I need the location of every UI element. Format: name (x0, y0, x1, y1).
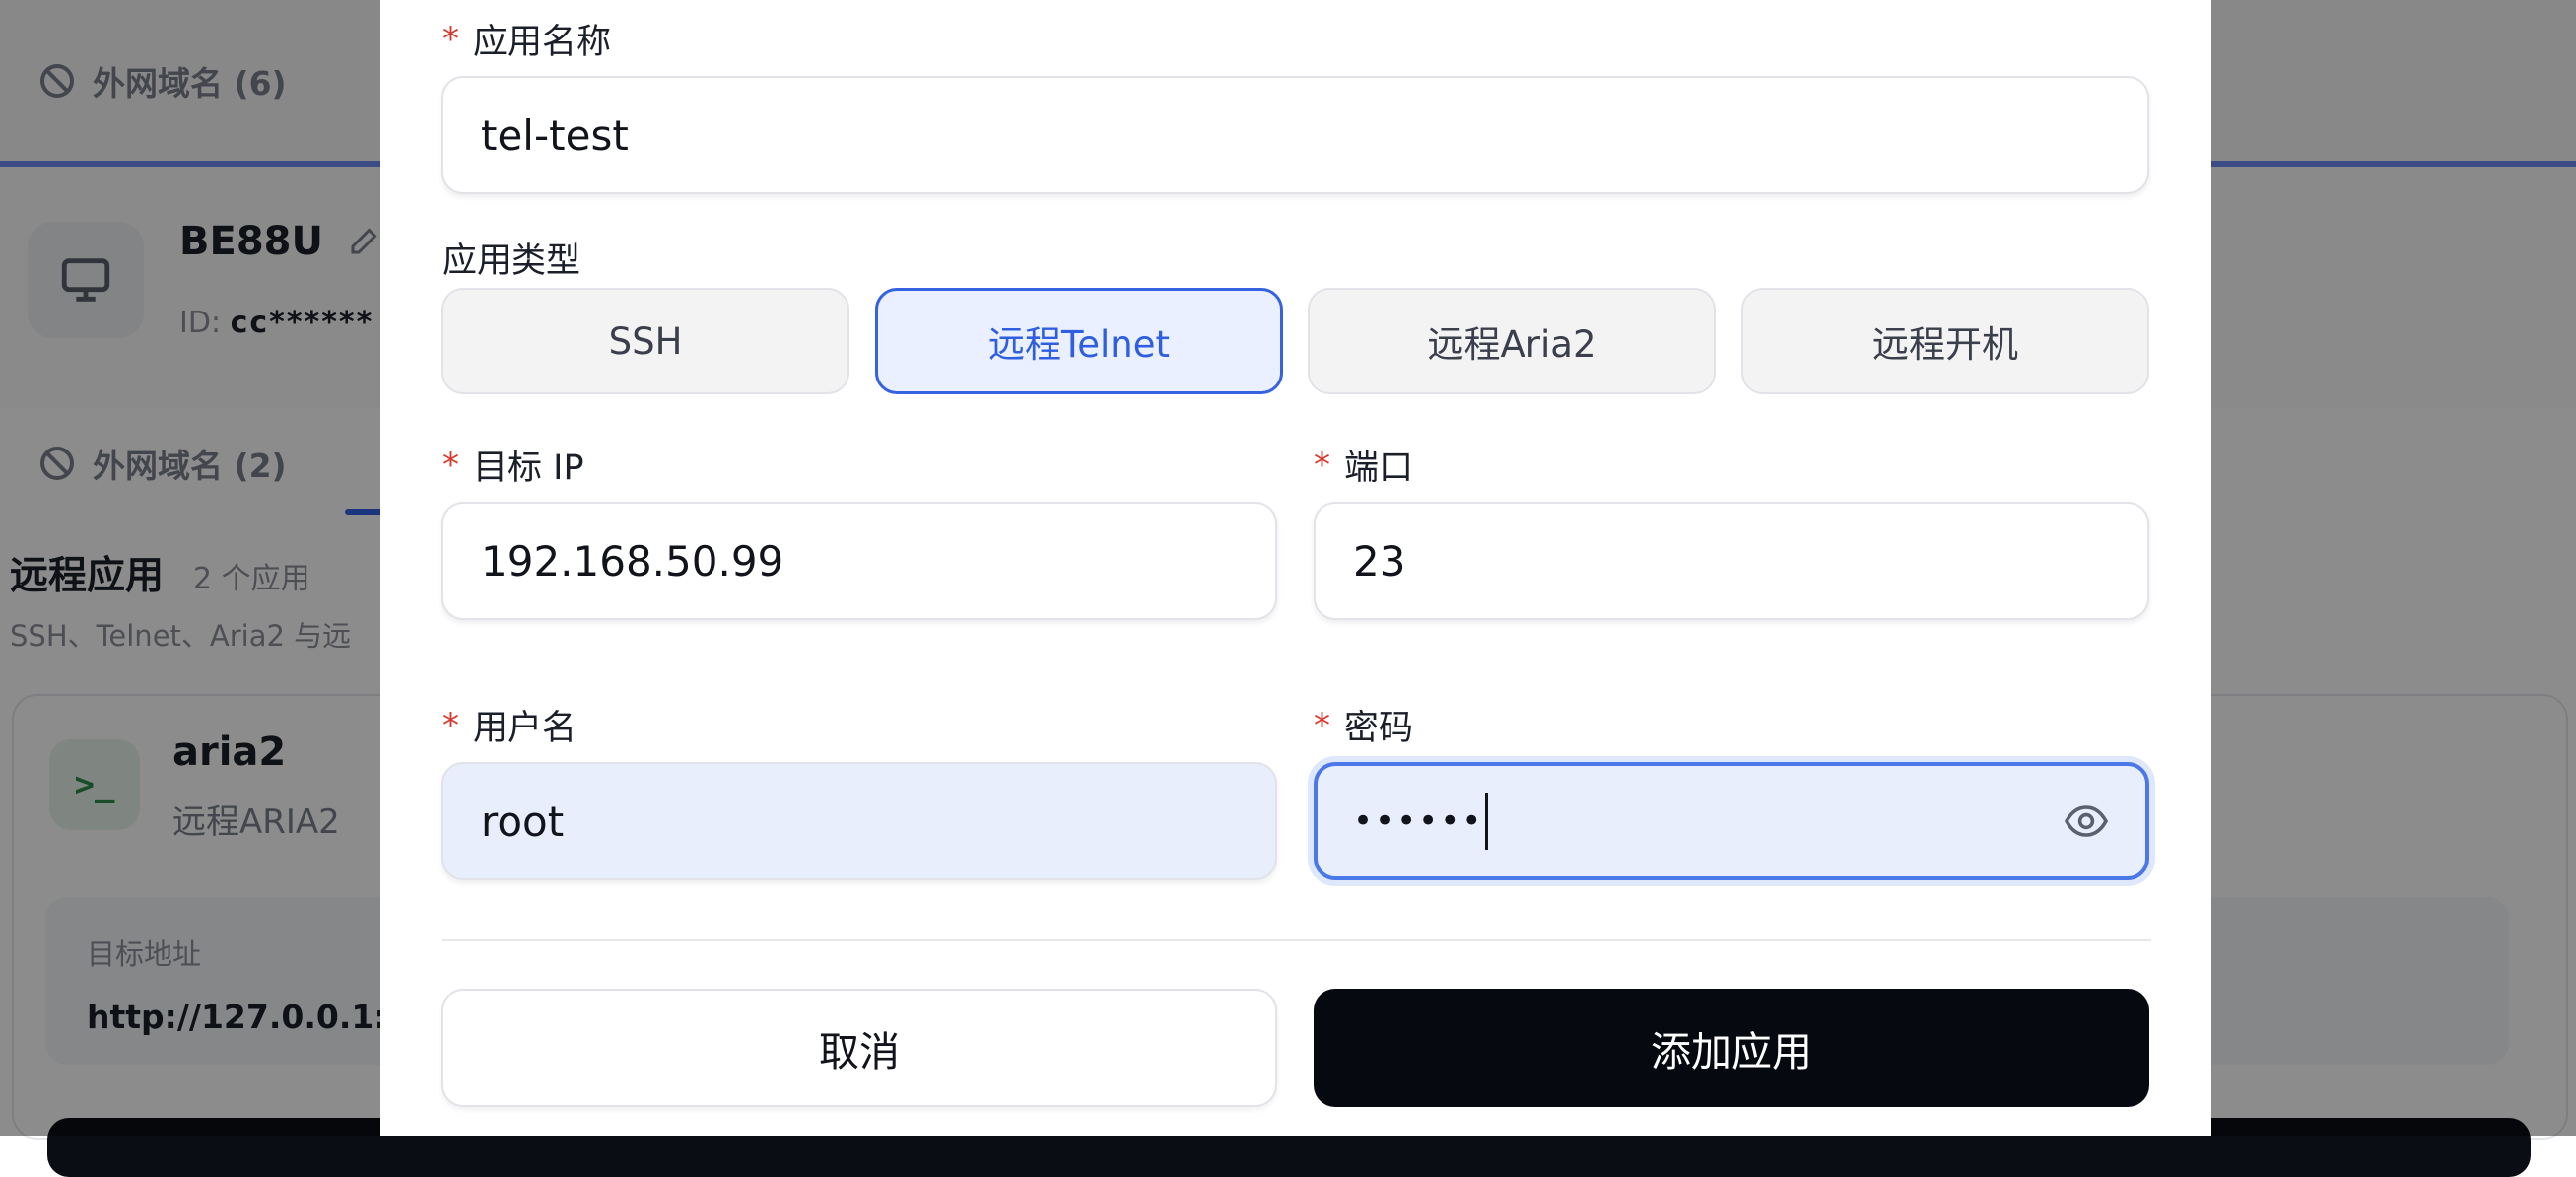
cancel-button[interactable]: 取消 (441, 989, 1277, 1107)
required-mark: * (1314, 705, 1330, 745)
password-value: •••••• (1353, 801, 1484, 841)
username-input[interactable]: root (441, 762, 1277, 880)
app-name-input[interactable]: tel-test (441, 76, 2149, 194)
app-name-value: tel-test (481, 110, 629, 160)
password-input[interactable]: •••••• (1314, 762, 2149, 880)
required-mark: * (442, 705, 459, 745)
target-ip-value: 192.168.50.99 (481, 536, 784, 586)
username-value: root (481, 796, 565, 846)
type-option-telnet[interactable]: 远程Telnet (875, 288, 1283, 394)
username-label: * 用户名 (442, 700, 576, 750)
divider (442, 939, 2151, 941)
type-option-aria2[interactable]: 远程Aria2 (1308, 288, 1716, 394)
port-label: * 端口 (1314, 440, 1413, 490)
type-option-ssh[interactable]: SSH (441, 288, 849, 394)
password-label-text: 密码 (1344, 709, 1414, 748)
add-app-button[interactable]: 添加应用 (1314, 989, 2149, 1107)
app-name-label: * 应用名称 (442, 14, 611, 64)
target-ip-label: * 目标 IP (442, 440, 584, 490)
port-value: 23 (1353, 536, 1406, 586)
app-name-label-text: 应用名称 (473, 23, 612, 62)
app-type-label: 应用类型 (442, 233, 580, 283)
target-ip-input[interactable]: 192.168.50.99 (441, 502, 1277, 620)
password-label: * 密码 (1314, 700, 1413, 750)
required-mark: * (442, 445, 459, 485)
port-input[interactable]: 23 (1314, 502, 2149, 620)
text-caret (1485, 793, 1489, 850)
eye-icon[interactable] (2063, 797, 2110, 845)
port-label-text: 端口 (1344, 449, 1414, 488)
required-mark: * (442, 19, 459, 59)
required-mark: * (1314, 445, 1330, 485)
type-option-wake[interactable]: 远程开机 (1741, 288, 2149, 394)
target-ip-label-text: 目标 IP (473, 449, 584, 488)
app-type-label-text: 应用类型 (442, 242, 581, 281)
username-label-text: 用户名 (473, 709, 577, 748)
